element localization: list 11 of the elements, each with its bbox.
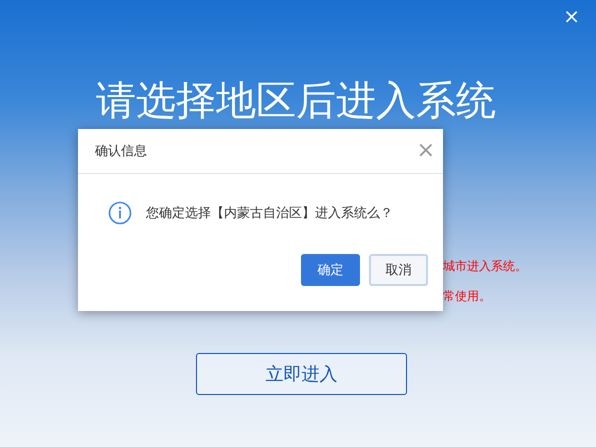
enter-button[interactable]: 立即进入 [196,353,407,395]
close-button[interactable]: × [561,6,582,26]
notice-text: 常使用。 [443,289,491,303]
cancel-button[interactable]: 取消 [369,254,428,286]
confirm-button[interactable]: 确定 [301,254,360,286]
dialog-title: 确认信息 [95,143,147,160]
close-button[interactable]: × [416,140,435,162]
dialog-message: 您确定选择【内蒙古自治区】进入系统么？ [146,205,393,222]
page-heading: 请选择地区后进入系统 [96,77,496,126]
info-icon [108,201,132,225]
notice-text: 城市进入系统。 [443,259,527,273]
